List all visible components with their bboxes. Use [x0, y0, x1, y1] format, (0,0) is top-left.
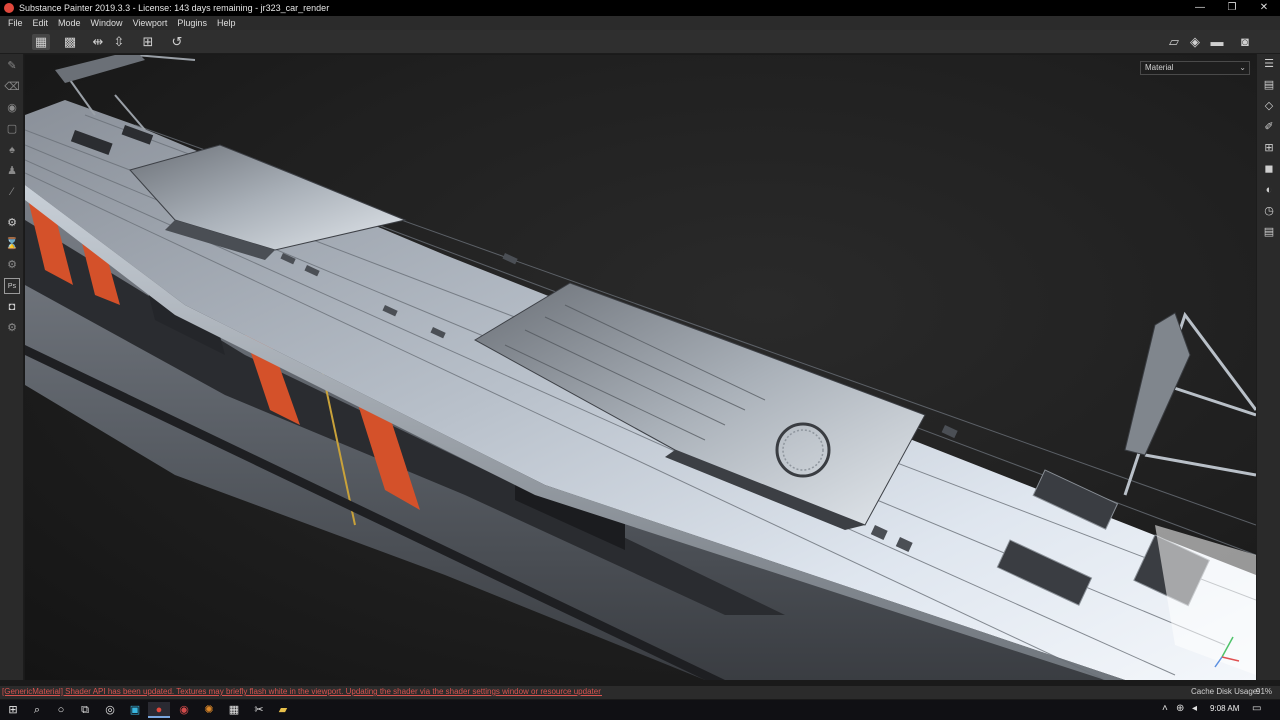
window-title: Substance Painter 2019.3.3 - License: 14… — [19, 3, 330, 13]
eraser-icon[interactable]: ⌫ — [4, 79, 20, 95]
properties-icon[interactable]: ✐ — [1261, 119, 1277, 135]
menu-window[interactable]: Window — [86, 18, 128, 28]
tool-strip: ✎ ⌫ ◉ ▢ ♠ ♟ ⁄ ⚙ ⌛ ⚙ Ps ◘ ⚙ — [0, 54, 24, 680]
substance-painter-taskbar-icon[interactable]: ● — [148, 702, 170, 718]
iray-icon[interactable]: ⚙ — [4, 257, 20, 273]
layer-stack-icon[interactable]: ◇ — [1261, 98, 1277, 114]
menu-mode[interactable]: Mode — [53, 18, 86, 28]
texture-set-icon[interactable]: ▤ — [1261, 77, 1277, 93]
menu-viewport[interactable]: Viewport — [128, 18, 173, 28]
shelf-icon[interactable]: ◘ — [4, 299, 20, 315]
camera-view-icon[interactable]: ▱ — [1165, 34, 1183, 50]
viewport-channel-select[interactable]: Material ⌄ — [1140, 61, 1250, 75]
photoshop-icon[interactable]: Ps — [4, 278, 20, 294]
video-icon[interactable]: ▬ — [1208, 34, 1226, 50]
davinci-icon[interactable]: ◉ — [173, 702, 195, 718]
cache-disk-label: Cache Disk Usage: — [1191, 687, 1260, 696]
menu-bar: File Edit Mode Window Viewport Plugins H… — [0, 16, 1280, 30]
history-panel-icon[interactable]: ◷ — [1261, 203, 1277, 219]
minimize-button[interactable]: — — [1184, 0, 1216, 16]
app-store-icon[interactable]: ▣ — [124, 702, 146, 718]
clock[interactable]: 9:08 AM — [1210, 704, 1239, 713]
menu-edit[interactable]: Edit — [28, 18, 54, 28]
history-icon[interactable]: ↺ — [168, 34, 186, 50]
status-message-link[interactable]: [GenericMaterial] Shader API has been up… — [2, 687, 602, 696]
snipping-icon[interactable]: ✂ — [248, 702, 270, 718]
file-explorer-icon[interactable]: ▰ — [272, 702, 294, 718]
cortana-icon[interactable]: ○ — [50, 702, 72, 718]
3d-viewport[interactable] — [25, 55, 1256, 680]
dock-strip: ☰ ▤ ◇ ✐ ⊞ ◼ ◐ ◷ ▤ — [1256, 54, 1280, 680]
tray-arrow-icon[interactable]: ˄ — [1162, 703, 1168, 714]
channel-select-value: Material — [1145, 63, 1174, 72]
window-controls: — ❐ ✕ — [1184, 0, 1280, 16]
export-icon[interactable]: ⌛ — [4, 236, 20, 252]
layers-panel-icon[interactable]: ☰ — [1261, 56, 1277, 72]
log-icon[interactable]: ▤ — [1261, 224, 1277, 240]
close-button[interactable]: ✕ — [1248, 0, 1280, 16]
symmetry-x-icon[interactable]: ⇹ — [89, 34, 107, 50]
symmetry-y-icon[interactable]: ⇳ — [110, 34, 128, 50]
start-windows-icon[interactable]: ⊞ — [2, 702, 24, 718]
cache-disk-value: 91% — [1256, 687, 1273, 696]
grid-single-icon[interactable]: ▦ — [32, 34, 50, 50]
status-bar: [GenericMaterial] Shader API has been up… — [0, 686, 1280, 699]
bake-icon[interactable]: ⚙ — [4, 215, 20, 231]
polygon-fill-icon[interactable]: ▢ — [4, 121, 20, 137]
chrome-icon[interactable]: ◎ — [99, 702, 121, 718]
projection-icon[interactable]: ◉ — [4, 100, 20, 116]
screenshot-icon[interactable]: ◙ — [1236, 34, 1254, 50]
menu-plugins[interactable]: Plugins — [172, 18, 212, 28]
app-logo-icon — [4, 3, 14, 13]
grid-multi-icon[interactable]: ▩ — [61, 34, 79, 50]
clone-icon[interactable]: ♟ — [4, 163, 20, 179]
title-bar: Substance Painter 2019.3.3 - License: 14… — [0, 0, 1280, 16]
chevron-down-icon: ⌄ — [1239, 63, 1246, 72]
display-icon[interactable]: ◼ — [1261, 161, 1277, 177]
volume-icon[interactable]: ◂ — [1192, 703, 1197, 714]
notifications-icon[interactable]: ▭ — [1252, 703, 1261, 714]
color-picker-icon[interactable]: ⁄ — [4, 184, 20, 200]
menu-file[interactable]: File — [3, 18, 28, 28]
paint-brush-icon[interactable]: ✎ — [4, 58, 20, 74]
settings-icon[interactable]: ⚙ — [4, 320, 20, 336]
os-taskbar: ⊞ ⌕ ○ ⧉ ◎ ▣ ● ◉ ✺ ▦ ✂ ▰ ˄ ⊕ ◂ 9:08 AM ▭ — [0, 700, 1280, 720]
network-icon[interactable]: ⊕ — [1176, 703, 1184, 714]
frame-icon[interactable]: ⊞ — [139, 34, 157, 50]
task-view-icon[interactable]: ⧉ — [74, 702, 96, 718]
train-car-render — [25, 55, 1256, 680]
search-icon[interactable]: ⌕ — [26, 702, 48, 718]
restore-button[interactable]: ❐ — [1216, 0, 1248, 16]
shader-icon[interactable]: ◐ — [1261, 182, 1277, 198]
main-toolbar: ▦ ▩ ⇹ ⇳ ⊞ ↺ ▱ ◈ ▬ ◙ — [0, 30, 1280, 54]
smudge-icon[interactable]: ♠ — [4, 142, 20, 158]
blender-icon[interactable]: ✺ — [198, 702, 220, 718]
uv-icon[interactable]: ⊞ — [1261, 140, 1277, 156]
cube-view-icon[interactable]: ◈ — [1186, 34, 1204, 50]
menu-help[interactable]: Help — [212, 18, 241, 28]
calculator-icon[interactable]: ▦ — [223, 702, 245, 718]
